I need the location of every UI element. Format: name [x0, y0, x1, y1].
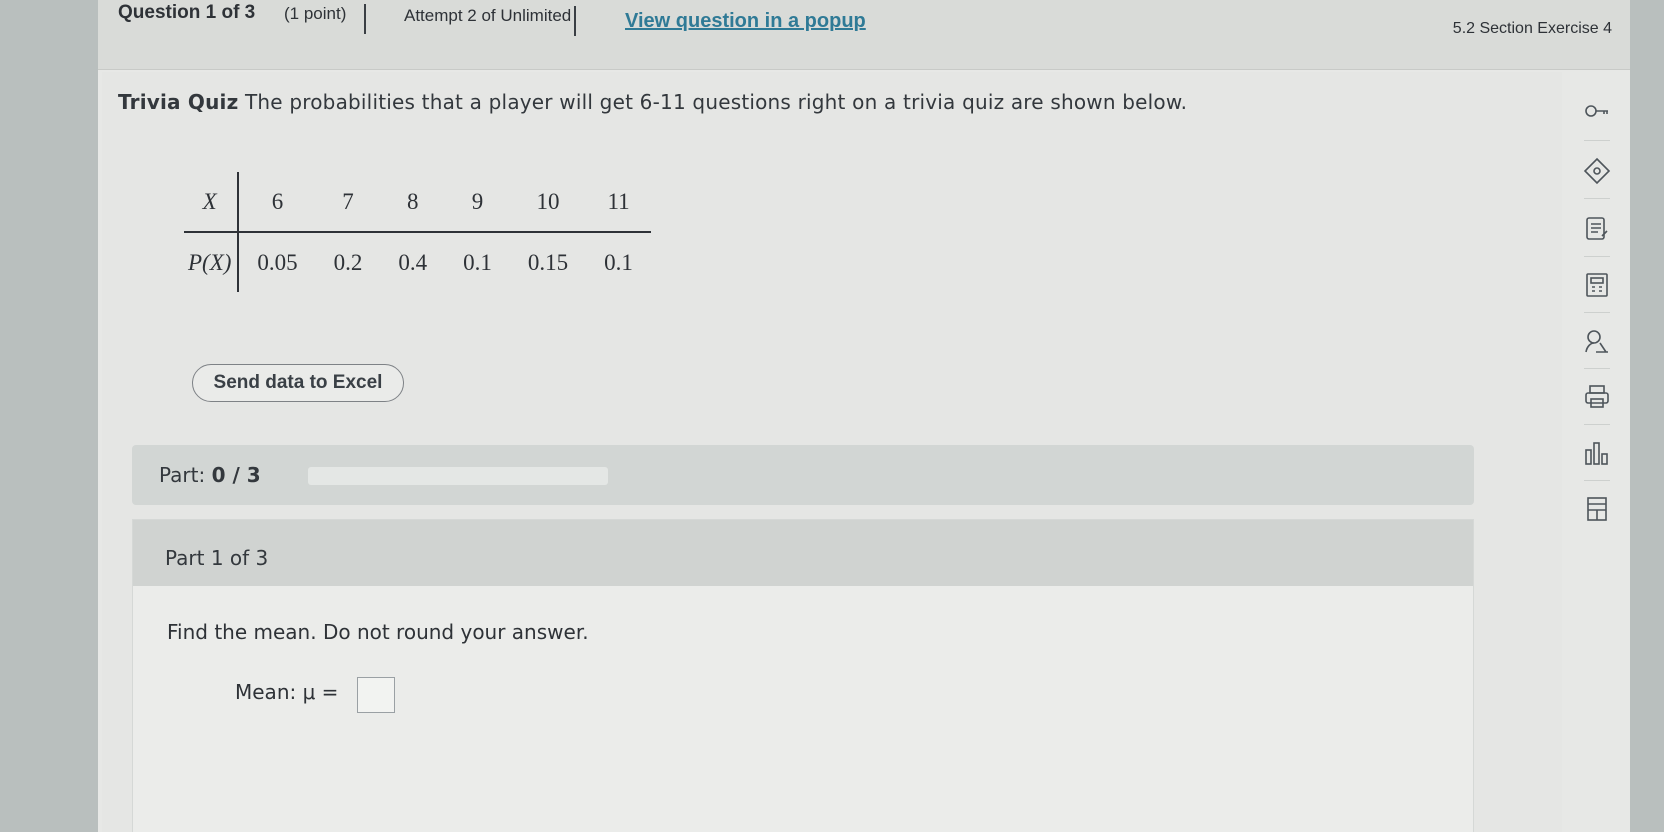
- tool-divider: [1584, 312, 1610, 313]
- part-progress-label: Part: 0 / 3: [159, 463, 261, 487]
- chart-icon[interactable]: [1578, 434, 1616, 472]
- x-value: 6: [238, 172, 316, 233]
- tool-divider: [1584, 480, 1610, 481]
- x-header: X: [184, 172, 240, 233]
- p-value: 0.15: [527, 249, 569, 275]
- p-value: 0.2: [333, 249, 363, 275]
- key-icon[interactable]: [1578, 92, 1616, 130]
- x-value: 11: [586, 172, 651, 233]
- mean-answer-input[interactable]: [357, 677, 395, 713]
- header-divider: [364, 4, 366, 34]
- part-progress-bar: Part: 0 / 3: [132, 445, 1474, 505]
- print-icon[interactable]: [1578, 378, 1616, 416]
- notes-icon[interactable]: [1578, 210, 1616, 248]
- attempt-label: Attempt 2 of Unlimited: [404, 6, 572, 25]
- question-points: (1 point): [284, 4, 347, 23]
- part-1-header: Part 1 of 3: [133, 520, 1473, 586]
- table-row-x: X 6 7 8 9 10 11: [184, 172, 651, 233]
- view-popup-link[interactable]: View question in a popup: [625, 10, 866, 33]
- tool-divider: [1584, 140, 1610, 141]
- probability-table: X 6 7 8 9 10 11 P(X) 0.05 0.2 0.4 0.1 0.…: [184, 172, 651, 292]
- question-prompt: Trivia Quiz The probabilities that a pla…: [118, 90, 1187, 114]
- tool-divider: [1584, 256, 1610, 257]
- p-value: 0.05: [257, 249, 298, 275]
- question-card: Trivia Quiz The probabilities that a pla…: [102, 72, 1562, 832]
- mean-label: Mean: μ =: [235, 680, 339, 704]
- table-row-px: P(X) 0.05 0.2 0.4 0.1 0.15 0.1: [184, 232, 651, 292]
- x-value: 10: [509, 172, 587, 233]
- tool-divider: [1584, 368, 1610, 369]
- question-title: Trivia Quiz: [118, 90, 239, 114]
- px-header: P(X): [184, 232, 240, 292]
- tutor-icon[interactable]: [1578, 322, 1616, 360]
- part-1-instruction: Find the mean. Do not round your answer.: [167, 620, 589, 644]
- question-header: Question 1 of 3 (1 point) Attempt 2 of U…: [98, 0, 1630, 70]
- send-to-excel-button[interactable]: Send data to Excel: [192, 364, 404, 402]
- page: Question 1 of 3 (1 point) Attempt 2 of U…: [98, 0, 1630, 832]
- progress-track: [308, 467, 608, 485]
- tag-icon[interactable]: [1578, 152, 1616, 190]
- question-number: Question 1 of 3: [118, 2, 256, 23]
- calculator-icon[interactable]: [1578, 266, 1616, 304]
- part-progress-value: 0 / 3: [211, 463, 261, 487]
- x-value: 7: [315, 172, 381, 233]
- tool-divider: [1584, 424, 1610, 425]
- part-1-panel: Part 1 of 3 Find the mean. Do not round …: [132, 519, 1474, 832]
- question-text: The probabilities that a player will get…: [238, 90, 1188, 114]
- p-value: 0.4: [398, 249, 428, 275]
- tool-divider: [1584, 198, 1610, 199]
- tool-rail: [1566, 0, 1630, 560]
- p-value: 0.1: [604, 249, 633, 275]
- header-divider: [574, 6, 576, 36]
- p-value: 0.1: [463, 249, 492, 275]
- table-icon[interactable]: [1578, 490, 1616, 528]
- x-value: 8: [380, 172, 446, 233]
- x-value: 9: [445, 172, 510, 233]
